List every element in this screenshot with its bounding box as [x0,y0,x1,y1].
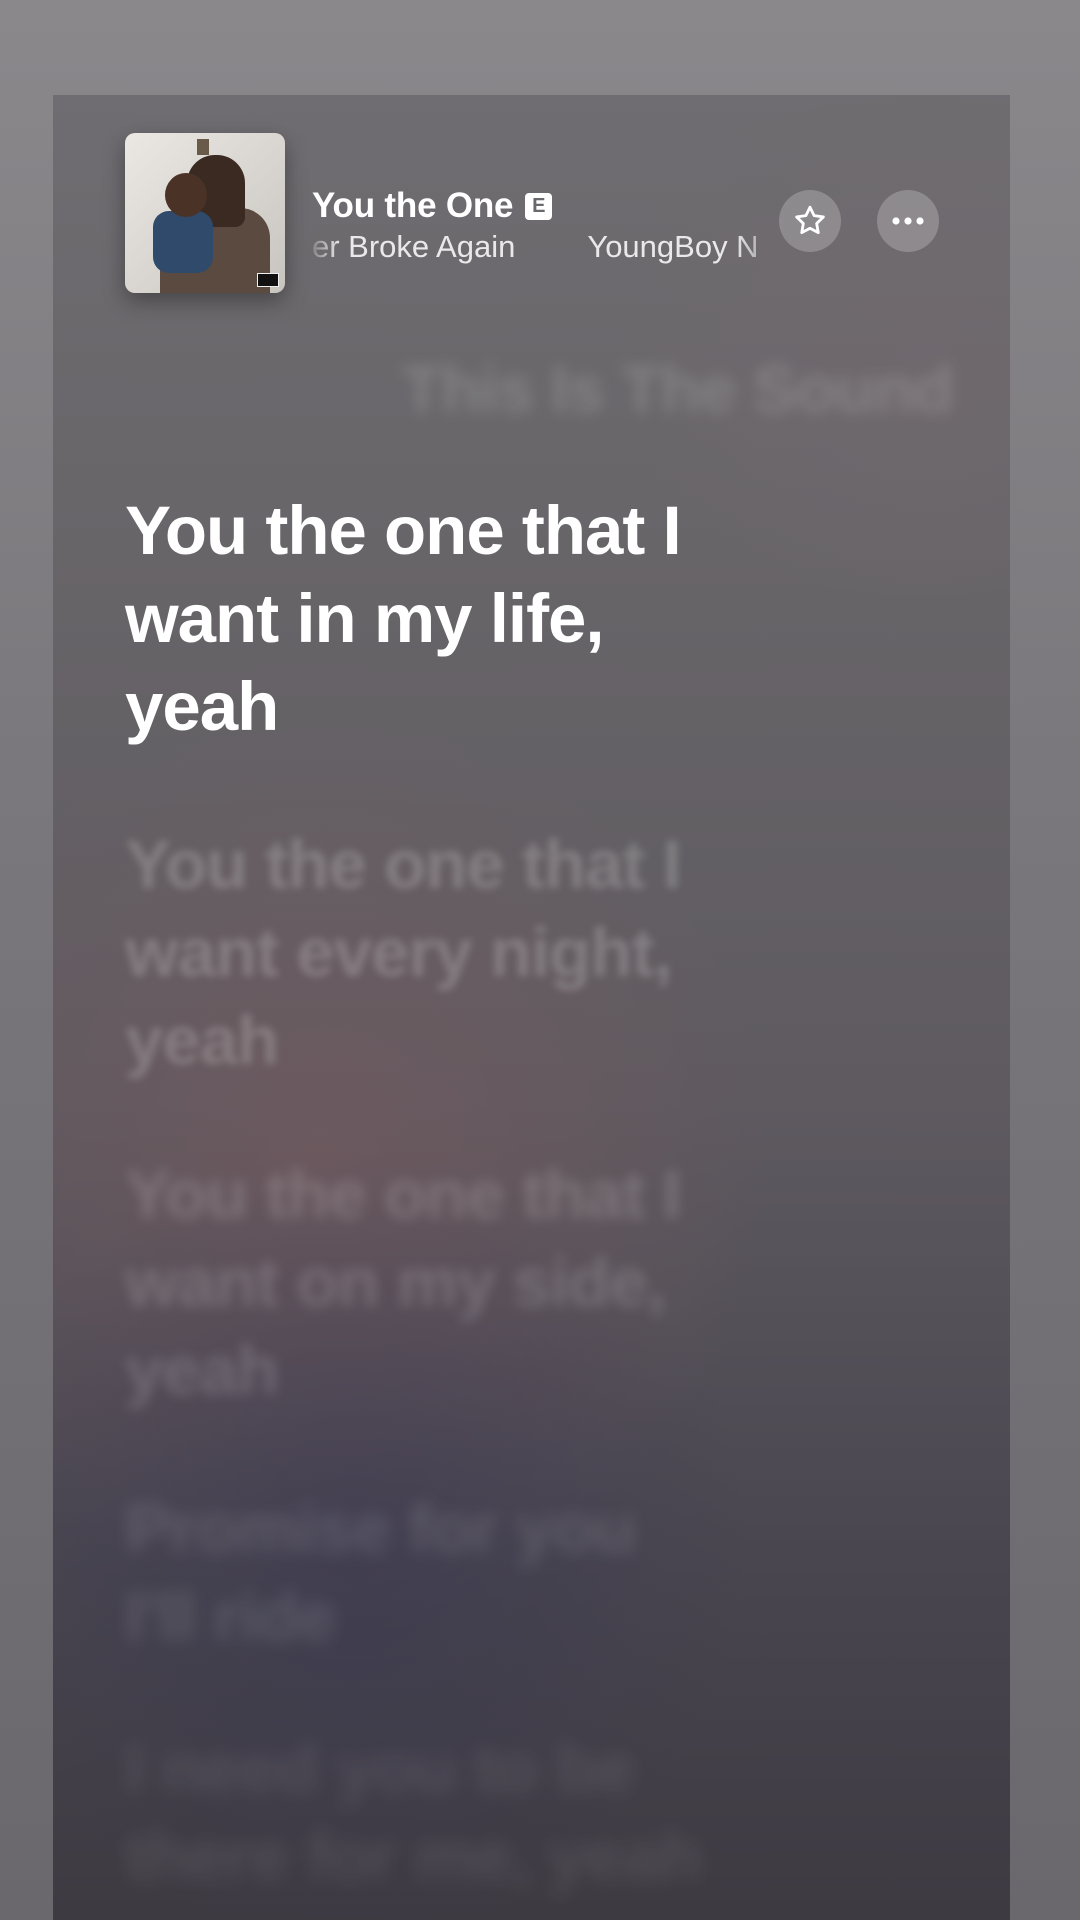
lyrics-card: You the One E er Broke Again YoungBoy N … [53,95,1010,1920]
artwork-figure [153,211,213,273]
artwork-figure [165,173,207,217]
ellipsis-icon [892,217,924,225]
album-artwork[interactable] [125,133,285,293]
lyric-line-current[interactable]: You the one that I want in my life, yeah [125,487,745,751]
explicit-badge: E [525,192,553,220]
album-name: er Broke Again [312,229,516,264]
lyric-line-upcoming[interactable]: You the one that I want every night, yea… [125,821,745,1085]
lyric-line-upcoming[interactable]: Promise for you I'll ride [125,1485,745,1661]
artist-name: YoungBoy N [587,229,759,264]
parental-advisory-label [257,273,279,287]
song-title: You the One [312,186,514,225]
more-options-button[interactable] [877,190,939,252]
song-subtitle-marquee[interactable]: er Broke Again YoungBoy N [312,223,772,271]
lyric-line-previous[interactable]: This Is The Sound [333,345,954,433]
lyric-line-upcoming[interactable]: I need you to be there for me, yeah [125,1725,745,1901]
star-icon [795,205,825,235]
lyric-line-upcoming[interactable]: You the one that I want on my side, yeah [125,1151,745,1415]
artwork-figure [197,139,209,155]
favorite-button[interactable] [779,190,841,252]
